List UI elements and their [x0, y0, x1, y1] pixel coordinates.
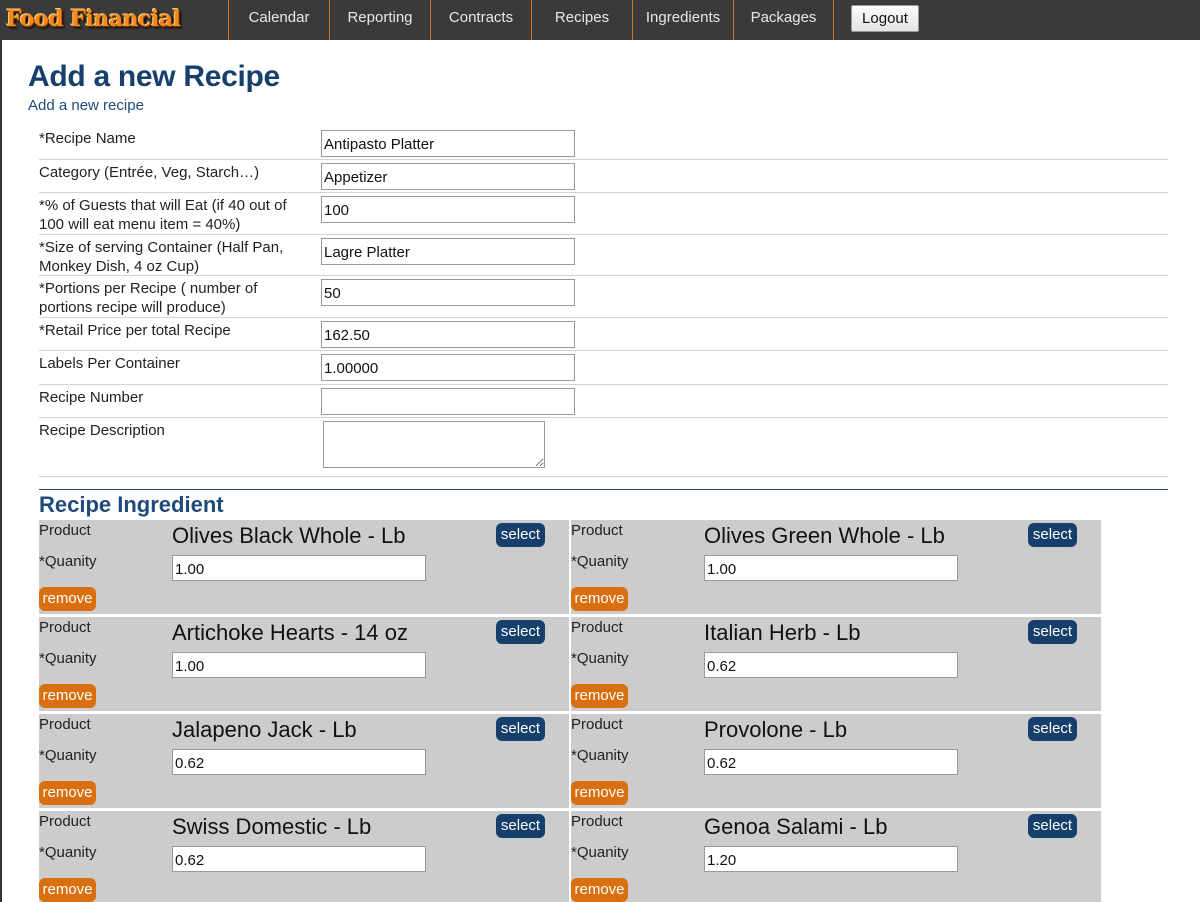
- quantity-input[interactable]: [704, 749, 958, 775]
- form-row-labels-per-container: Labels Per Container: [39, 351, 1168, 385]
- ingredient-name: Olives Black Whole - Lb: [172, 523, 406, 548]
- ingredient-card: Product Artichoke Hearts - 14 oz select …: [39, 617, 569, 711]
- guest-percent-label: *% of Guests that will Eat (if 40 out of…: [39, 197, 287, 233]
- quantity-input[interactable]: [704, 555, 958, 581]
- recipe-form: *Recipe Name Category (Entrée, Veg, Star…: [39, 126, 1168, 477]
- quantity-label: *Quanity: [39, 553, 97, 570]
- container-size-label: *Size of serving Container (Half Pan, Mo…: [39, 239, 284, 275]
- select-product-button[interactable]: select: [1028, 620, 1077, 644]
- remove-ingredient-button[interactable]: remove: [39, 684, 96, 708]
- select-product-button[interactable]: select: [496, 620, 545, 644]
- form-row-recipe-name: *Recipe Name: [39, 126, 1168, 160]
- ingredient-card: Product Olives Black Whole - Lb select *…: [39, 520, 569, 614]
- quantity-input[interactable]: [172, 846, 426, 872]
- recipe-description-textarea[interactable]: [323, 421, 545, 468]
- remove-ingredient-button[interactable]: remove: [39, 781, 96, 805]
- quantity-label: *Quanity: [571, 747, 629, 764]
- select-product-button[interactable]: select: [1028, 814, 1077, 838]
- select-product-button[interactable]: select: [496, 717, 545, 741]
- ingredient-card: Product Swiss Domestic - Lb select *Quan…: [39, 811, 569, 902]
- nav-item-calendar[interactable]: Calendar: [228, 0, 329, 40]
- retail-price-label: *Retail Price per total Recipe: [39, 322, 231, 339]
- select-product-button[interactable]: select: [1028, 717, 1077, 741]
- quantity-label: *Quanity: [39, 747, 97, 764]
- quantity-input[interactable]: [704, 846, 958, 872]
- ingredient-name: Swiss Domestic - Lb: [172, 814, 372, 839]
- labels-per-container-input[interactable]: [321, 354, 575, 381]
- ingredient-name: Provolone - Lb: [704, 717, 848, 742]
- app-logo[interactable]: Food Financial: [6, 3, 181, 35]
- form-row-retail-price: *Retail Price per total Recipe: [39, 318, 1168, 351]
- ingredient-name: Italian Herb - Lb: [704, 620, 861, 645]
- recipe-ingredient-heading: Recipe Ingredient: [39, 489, 1168, 519]
- quantity-input[interactable]: [704, 652, 958, 678]
- quantity-label: *Quanity: [39, 650, 97, 667]
- retail-price-input[interactable]: [321, 321, 575, 348]
- quantity-input[interactable]: [172, 749, 426, 775]
- main-nav: Calendar Reporting Contracts Recipes Ing…: [228, 0, 834, 40]
- quantity-label: *Quanity: [571, 650, 629, 667]
- nav-item-reporting[interactable]: Reporting: [329, 0, 430, 40]
- recipe-name-label: *Recipe Name: [39, 130, 136, 147]
- select-product-button[interactable]: select: [496, 523, 545, 547]
- form-row-recipe-description: Recipe Description: [39, 418, 1168, 477]
- form-row-container-size: *Size of serving Container (Half Pan, Mo…: [39, 235, 1168, 276]
- quantity-input[interactable]: [172, 555, 426, 581]
- recipe-description-label: Recipe Description: [39, 422, 165, 439]
- nav-item-packages[interactable]: Packages: [733, 0, 834, 40]
- recipe-number-label: Recipe Number: [39, 389, 144, 406]
- category-label: Category (Entrée, Veg, Starch…): [39, 164, 260, 181]
- ingredient-name: Artichoke Hearts - 14 oz: [172, 620, 408, 645]
- ingredient-card: Product Olives Green Whole - Lb select *…: [571, 520, 1101, 614]
- portions-input[interactable]: [321, 279, 575, 306]
- product-label: Product: [571, 716, 623, 733]
- main-content: Add a new Recipe Add a new recipe *Recip…: [0, 40, 1200, 902]
- recipe-name-input[interactable]: [321, 130, 575, 157]
- remove-ingredient-button[interactable]: remove: [571, 781, 628, 805]
- ingredient-card: Product Jalapeno Jack - Lb select *Quani…: [39, 714, 569, 808]
- form-row-guest-percent: *% of Guests that will Eat (if 40 out of…: [39, 193, 1168, 235]
- top-nav-bar: Food Financial Calendar Reporting Contra…: [0, 0, 1200, 40]
- quantity-input[interactable]: [172, 652, 426, 678]
- nav-item-recipes[interactable]: Recipes: [531, 0, 632, 40]
- container-size-input[interactable]: [321, 238, 575, 265]
- quantity-label: *Quanity: [571, 844, 629, 861]
- remove-ingredient-button[interactable]: remove: [571, 587, 628, 611]
- remove-ingredient-button[interactable]: remove: [571, 878, 628, 902]
- form-row-category: Category (Entrée, Veg, Starch…): [39, 160, 1168, 193]
- product-label: Product: [571, 522, 623, 539]
- guest-percent-input[interactable]: [321, 196, 575, 223]
- quantity-label: *Quanity: [571, 553, 629, 570]
- form-row-recipe-number: Recipe Number: [39, 385, 1168, 418]
- portions-label: *Portions per Recipe ( number of portion…: [39, 280, 258, 316]
- select-product-button[interactable]: select: [496, 814, 545, 838]
- remove-ingredient-button[interactable]: remove: [39, 587, 96, 611]
- product-label: Product: [39, 716, 91, 733]
- category-input[interactable]: [321, 163, 575, 190]
- select-product-button[interactable]: select: [1028, 523, 1077, 547]
- nav-item-ingredients[interactable]: Ingredients: [632, 0, 733, 40]
- remove-ingredient-button[interactable]: remove: [571, 684, 628, 708]
- ingredient-name: Olives Green Whole - Lb: [704, 523, 945, 548]
- ingredient-name: Jalapeno Jack - Lb: [172, 717, 357, 742]
- labels-per-container-label: Labels Per Container: [39, 355, 180, 372]
- product-label: Product: [571, 619, 623, 636]
- page-subtitle[interactable]: Add a new recipe: [28, 97, 144, 114]
- ingredient-card: Product Genoa Salami - Lb select *Quanit…: [571, 811, 1101, 902]
- product-label: Product: [39, 522, 91, 539]
- page-title: Add a new Recipe: [28, 60, 280, 93]
- quantity-label: *Quanity: [39, 844, 97, 861]
- product-label: Product: [39, 619, 91, 636]
- ingredient-card: Product Italian Herb - Lb select *Quanit…: [571, 617, 1101, 711]
- nav-item-contracts[interactable]: Contracts: [430, 0, 531, 40]
- recipe-number-input[interactable]: [321, 388, 575, 415]
- form-row-portions: *Portions per Recipe ( number of portion…: [39, 276, 1168, 318]
- logout-button[interactable]: Logout: [851, 5, 919, 32]
- product-label: Product: [571, 813, 623, 830]
- ingredient-card: Product Provolone - Lb select *Quanity r…: [571, 714, 1101, 808]
- remove-ingredient-button[interactable]: remove: [39, 878, 96, 902]
- product-label: Product: [39, 813, 91, 830]
- ingredient-name: Genoa Salami - Lb: [704, 814, 888, 839]
